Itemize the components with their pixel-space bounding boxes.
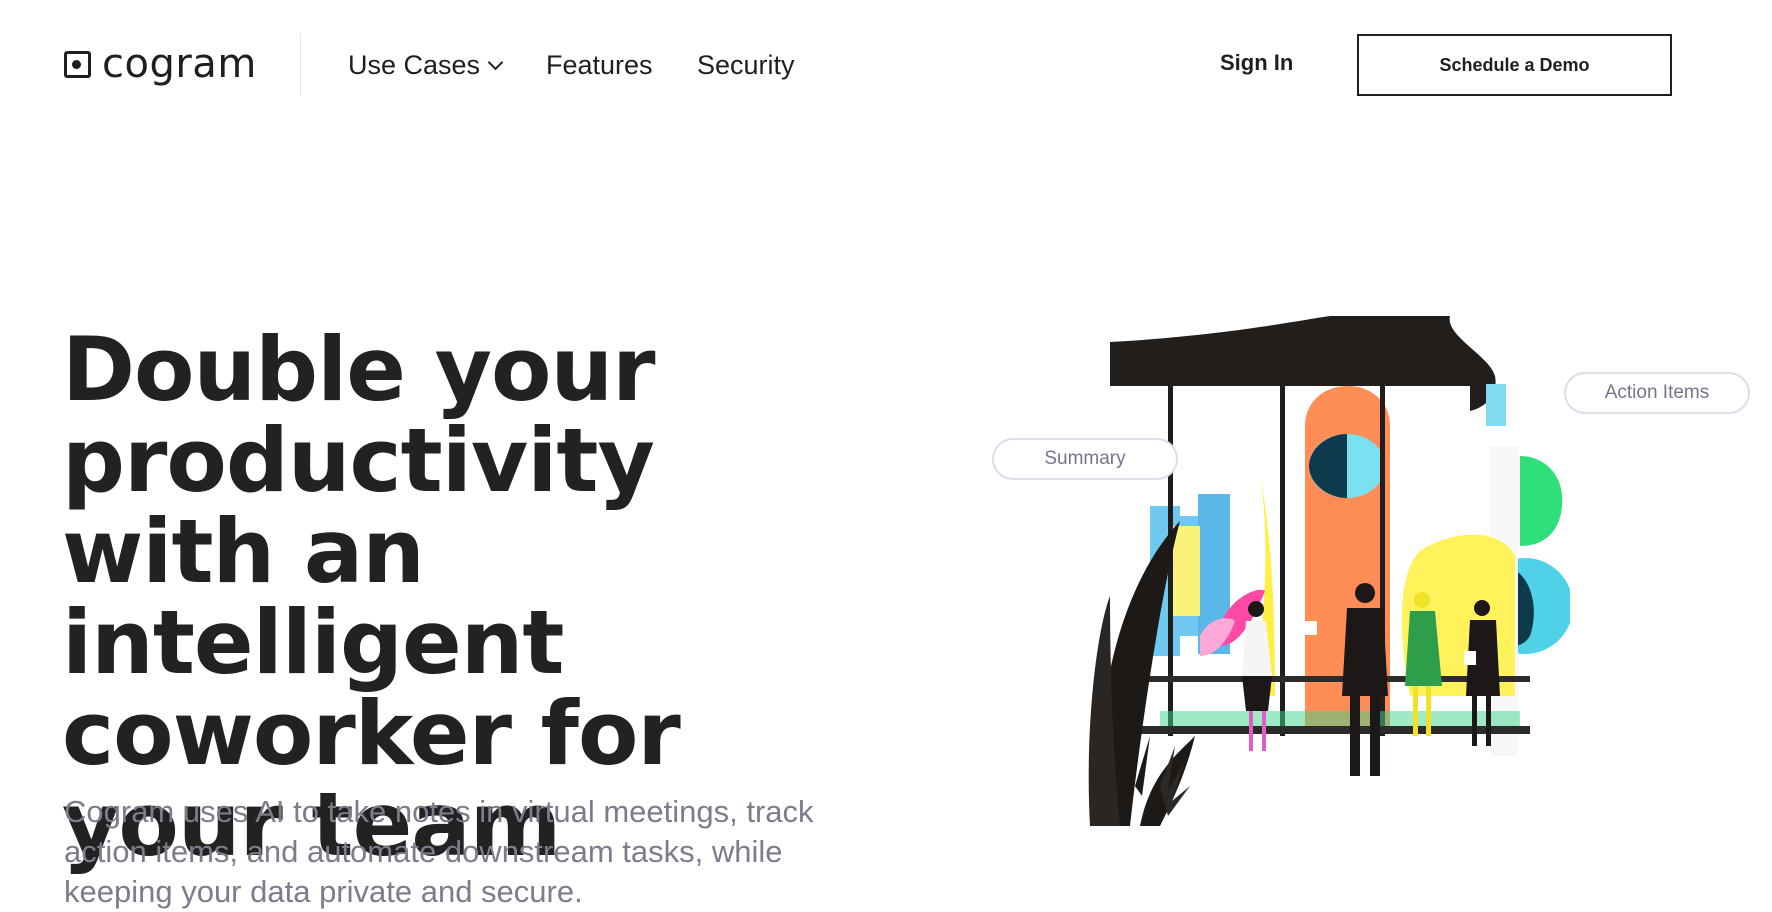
top-navigation: cogram Use Cases Features Security Sign …	[0, 0, 1772, 130]
cogram-logo-icon	[64, 50, 91, 78]
nav-security[interactable]: Security	[697, 48, 795, 82]
sign-in-link[interactable]: Sign In	[1220, 50, 1293, 76]
cogram-logo[interactable]: cogram	[64, 44, 257, 84]
nav-use-cases-label: Use Cases	[348, 50, 481, 80]
hero-title: Double your productivity with an intelli…	[62, 318, 681, 876]
nav-features[interactable]: Features	[546, 48, 653, 82]
nav-use-cases[interactable]: Use Cases	[348, 48, 504, 82]
chevron-down-icon	[487, 54, 504, 71]
brand-name: cogram	[102, 41, 257, 87]
nav-divider	[300, 34, 301, 96]
action-items-chip: Action Items	[1564, 372, 1750, 414]
hero-subtitle: Cogram uses AI to take notes in virtual …	[64, 794, 814, 909]
schedule-demo-button[interactable]: Schedule a Demo	[1357, 34, 1672, 96]
summary-chip: Summary	[992, 438, 1178, 480]
meeting-illustration	[1088, 316, 1570, 826]
